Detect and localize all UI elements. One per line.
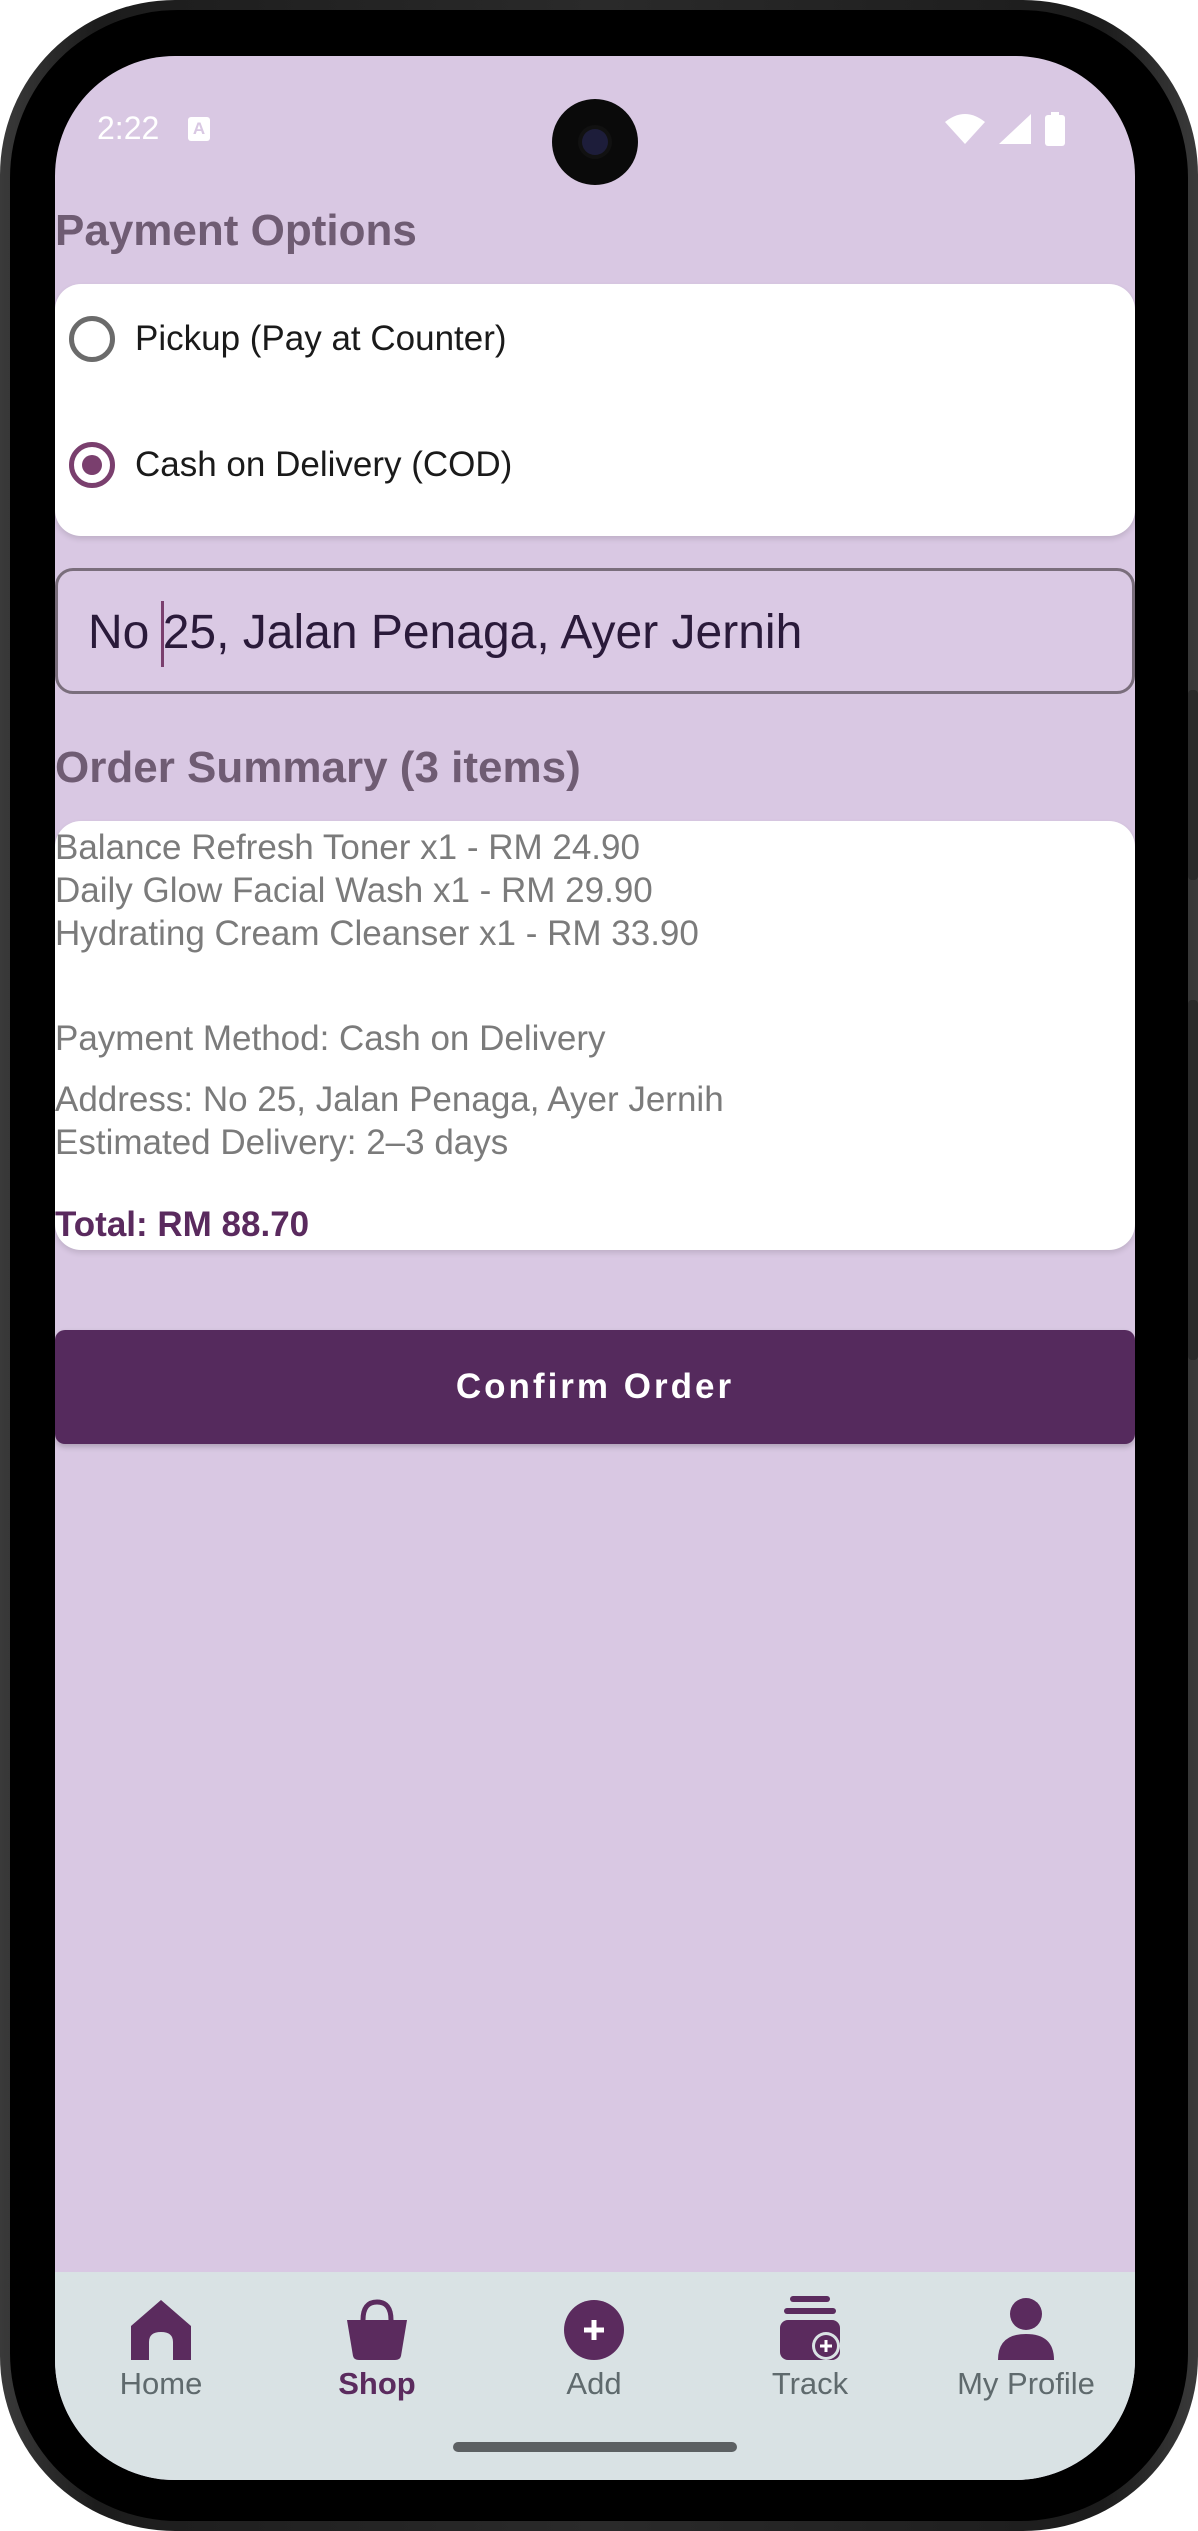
address-input-value: No 25, Jalan Penaga, Ayer Jernih bbox=[88, 606, 803, 659]
radio-label: Pickup (Pay at Counter) bbox=[135, 319, 507, 358]
signal-icon bbox=[999, 114, 1031, 144]
nav-label: Add bbox=[566, 2366, 622, 2401]
front-camera bbox=[552, 99, 638, 185]
home-indicator[interactable] bbox=[453, 2442, 737, 2452]
status-icons bbox=[945, 112, 1065, 146]
nav-shop[interactable]: Shop bbox=[287, 2296, 467, 2406]
radio-label: Cash on Delivery (COD) bbox=[135, 445, 513, 484]
volume-button bbox=[1188, 1000, 1198, 1360]
payment-option-pickup[interactable]: Pickup (Pay at Counter) bbox=[69, 304, 507, 374]
order-total: Total: RM 88.70 bbox=[55, 1205, 310, 1244]
nav-label: Track bbox=[771, 2366, 849, 2401]
payment-option-cod[interactable]: Cash on Delivery (COD) bbox=[69, 430, 512, 500]
payment-options-title: Payment Options bbox=[55, 206, 417, 255]
order-item: Balance Refresh Toner x1 - RM 24.90 bbox=[55, 828, 640, 867]
nav-label: My Profile bbox=[957, 2366, 1095, 2401]
power-button bbox=[1188, 690, 1198, 880]
address-input[interactable]: No 25, Jalan Penaga, Ayer Jernih bbox=[55, 568, 1135, 694]
track-icon bbox=[780, 2296, 840, 2360]
nav-label: Home bbox=[119, 2366, 203, 2401]
order-summary-card: Balance Refresh Toner x1 - RM 24.90 Dail… bbox=[55, 821, 1135, 1250]
home-icon bbox=[131, 2300, 191, 2360]
estimated-delivery-text: Estimated Delivery: 2–3 days bbox=[55, 1123, 509, 1162]
basket-icon bbox=[347, 2299, 407, 2360]
nav-my-profile[interactable]: My Profile bbox=[936, 2296, 1116, 2406]
nav-home[interactable]: Home bbox=[71, 2296, 251, 2406]
status-time: 2:22 bbox=[97, 110, 160, 146]
wifi-icon bbox=[945, 114, 985, 144]
person-icon bbox=[998, 2298, 1054, 2360]
add-circle-icon bbox=[564, 2300, 624, 2360]
notification-icon: A bbox=[188, 117, 210, 141]
text-cursor bbox=[161, 601, 164, 667]
order-item: Hydrating Cream Cleanser x1 - RM 33.90 bbox=[55, 914, 699, 953]
app-screen: 2:22 A Payment Options Pickup (Pay at Co… bbox=[55, 56, 1135, 2480]
order-item: Daily Glow Facial Wash x1 - RM 29.90 bbox=[55, 871, 653, 910]
nav-add[interactable]: Add bbox=[504, 2296, 684, 2406]
status-bar: 2:22 A bbox=[55, 56, 1135, 206]
payment-method-text: Payment Method: Cash on Delivery bbox=[55, 1019, 606, 1058]
order-summary-title: Order Summary (3 items) bbox=[55, 743, 581, 792]
radio-selected[interactable] bbox=[69, 442, 115, 488]
radio-unselected[interactable] bbox=[69, 316, 115, 362]
confirm-order-button[interactable]: Confirm Order bbox=[55, 1330, 1135, 1444]
nav-track[interactable]: Track bbox=[720, 2296, 900, 2406]
address-summary-text: Address: No 25, Jalan Penaga, Ayer Jerni… bbox=[55, 1080, 724, 1119]
payment-options-card: Pickup (Pay at Counter) Cash on Delivery… bbox=[55, 284, 1135, 536]
battery-icon bbox=[1045, 112, 1065, 146]
nav-label: Shop bbox=[338, 2366, 416, 2401]
